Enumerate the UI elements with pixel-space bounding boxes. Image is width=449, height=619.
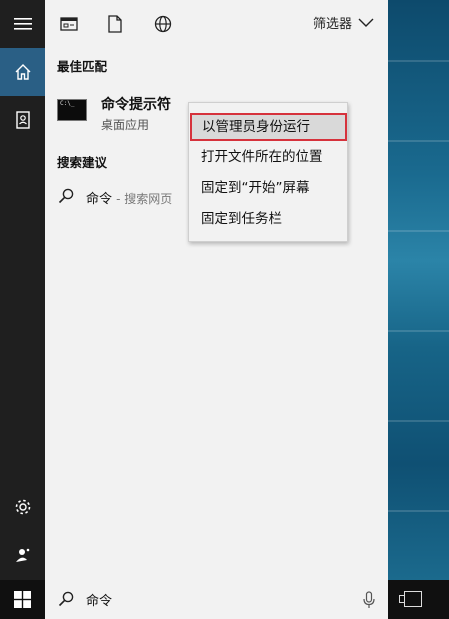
notebook-button[interactable] bbox=[0, 96, 45, 144]
suggestion-term: 命令 bbox=[86, 192, 113, 207]
microphone-button[interactable] bbox=[362, 590, 376, 610]
task-view-icon[interactable] bbox=[399, 591, 422, 607]
web-filter-button[interactable] bbox=[153, 14, 173, 34]
command-prompt-icon: C:\_ bbox=[57, 99, 87, 121]
globe-icon bbox=[154, 15, 172, 33]
suggestions-heading: 搜索建议 bbox=[57, 155, 108, 170]
feedback-button[interactable] bbox=[0, 531, 45, 579]
menu-item-pin-to-start[interactable]: 固定到“开始”屏幕 bbox=[189, 174, 347, 202]
file-icon bbox=[108, 15, 122, 33]
panel-topbar: 筛选器 bbox=[45, 0, 388, 48]
settings-button[interactable] bbox=[0, 483, 45, 531]
app-name: 命令提示符 bbox=[101, 97, 171, 113]
feedback-icon bbox=[15, 548, 29, 562]
search-icon bbox=[58, 591, 74, 607]
hamburger-menu-button[interactable] bbox=[0, 0, 45, 48]
taskbar-search-box[interactable]: 命令 bbox=[45, 580, 388, 619]
start-button[interactable] bbox=[0, 580, 45, 619]
suggestion-suffix: - 搜索网页 bbox=[116, 192, 173, 206]
app-subtitle: 桌面应用 bbox=[101, 118, 150, 132]
documents-filter-button[interactable] bbox=[59, 14, 79, 34]
context-menu: 以管理员身份运行 打开文件所在的位置 固定到“开始”屏幕 固定到任务栏 bbox=[188, 102, 348, 242]
menu-item-open-file-location[interactable]: 打开文件所在的位置 bbox=[189, 143, 347, 171]
hamburger-icon bbox=[13, 18, 32, 30]
start-left-rail bbox=[0, 0, 45, 580]
menu-item-pin-to-taskbar[interactable]: 固定到任务栏 bbox=[189, 205, 347, 233]
taskbar: 命令 bbox=[0, 580, 449, 619]
windows-logo-icon bbox=[14, 591, 31, 608]
documents-icon bbox=[60, 17, 78, 31]
search-results-panel: 筛选器 最佳匹配 C:\_ 命令提示符 桌面应用 搜索建议 命令 - 搜索网页 bbox=[45, 0, 388, 580]
suggestion-text: 命令 - 搜索网页 bbox=[86, 188, 172, 207]
gear-icon bbox=[15, 499, 30, 515]
notebook-icon bbox=[15, 111, 30, 129]
file-filter-button[interactable] bbox=[105, 14, 125, 34]
best-match-heading: 最佳匹配 bbox=[57, 59, 108, 74]
home-icon bbox=[15, 64, 30, 80]
menu-item-run-as-admin[interactable]: 以管理员身份运行 bbox=[190, 113, 347, 141]
desktop-background bbox=[388, 0, 449, 580]
search-icon bbox=[58, 188, 74, 204]
search-input[interactable]: 命令 bbox=[86, 590, 112, 609]
chevron-down-icon bbox=[358, 18, 374, 27]
filter-label: 筛选器 bbox=[312, 17, 352, 32]
microphone-icon bbox=[363, 591, 375, 608]
home-button[interactable] bbox=[0, 48, 45, 96]
filter-dropdown[interactable]: 筛选器 bbox=[313, 13, 374, 32]
